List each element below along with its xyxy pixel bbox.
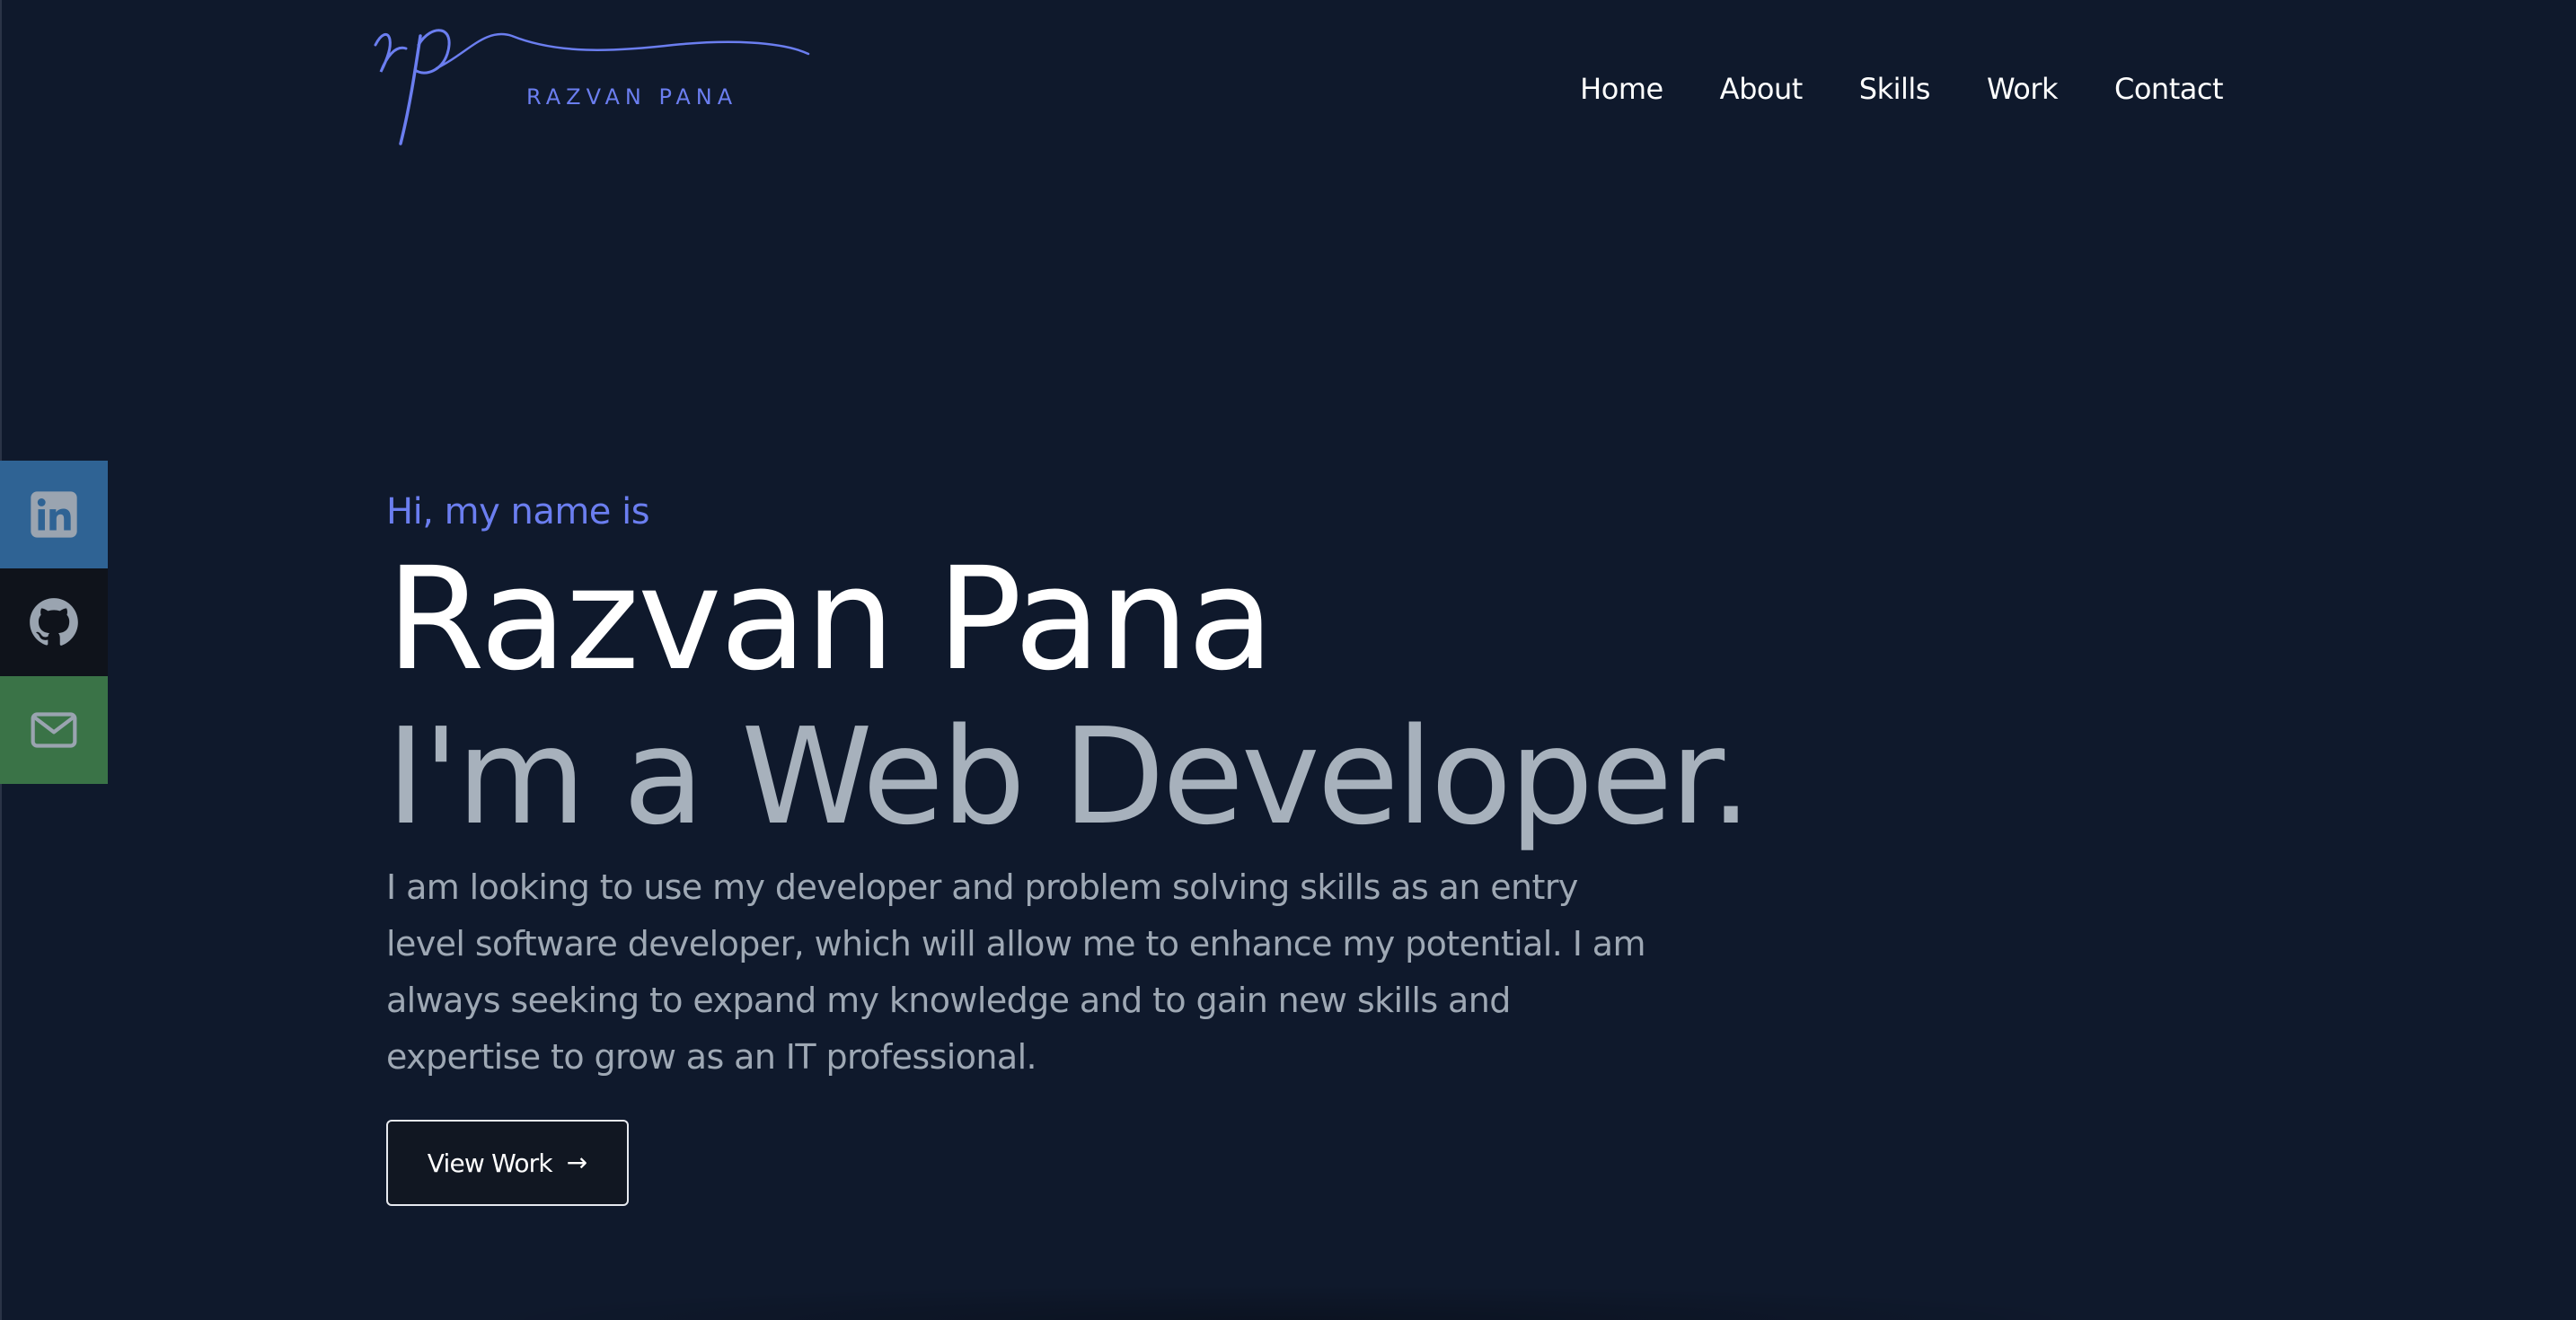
- hero-greeting: Hi, my name is: [386, 491, 650, 532]
- arrow-right-icon: →: [566, 1148, 588, 1177]
- social-sidebar: [0, 461, 108, 784]
- github-icon: [30, 598, 78, 646]
- hero-section: Hi, my name is Razvan Pana I'm a Web Dev…: [386, 485, 1752, 1206]
- hero-name: Razvan Pana: [386, 537, 1275, 702]
- mail-icon: [31, 712, 77, 748]
- nav-home[interactable]: Home: [1580, 72, 1663, 106]
- logo-text: RAZVAN PANA: [526, 84, 738, 110]
- nav-skills[interactable]: Skills: [1859, 72, 1931, 106]
- email-link[interactable]: [0, 676, 108, 784]
- main-nav: Home About Skills Work Contact: [1580, 72, 2223, 106]
- nav-about[interactable]: About: [1720, 72, 1804, 106]
- linkedin-icon: [31, 491, 77, 538]
- linkedin-link[interactable]: [0, 461, 108, 568]
- view-work-button[interactable]: View Work →: [386, 1120, 629, 1206]
- page: RAZVAN PANA Home About Skills Work Conta…: [0, 0, 2576, 1320]
- github-link[interactable]: [0, 568, 108, 676]
- nav-work[interactable]: Work: [1987, 72, 2059, 106]
- view-work-label: View Work: [427, 1148, 553, 1178]
- nav-contact[interactable]: Contact: [2114, 72, 2224, 106]
- hero-intro: I am looking to use my developer and pro…: [386, 867, 1646, 1077]
- section-divider-shadow: [449, 1284, 2127, 1320]
- hero-role: I'm a Web Developer.: [386, 700, 1752, 854]
- logo[interactable]: RAZVAN PANA: [368, 18, 817, 153]
